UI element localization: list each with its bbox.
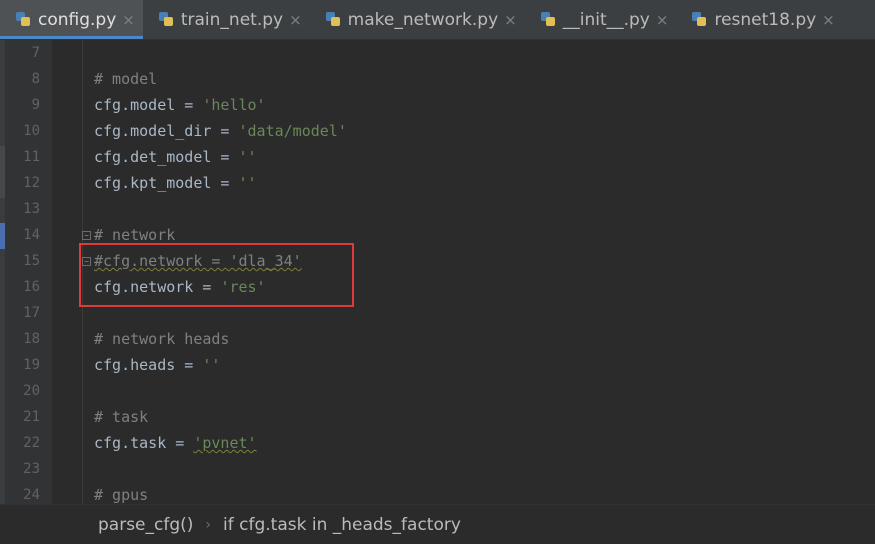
string-literal: '' — [238, 174, 257, 192]
line-number: 9 — [31, 97, 40, 113]
python-file-icon — [690, 11, 708, 29]
tab-train-net-py[interactable]: train_net.py × — [143, 0, 310, 39]
line-number: 7 — [31, 45, 40, 61]
code-line[interactable]: cfg.model = 'hello' — [94, 92, 266, 118]
code-text: cfg.det_model = — [94, 148, 239, 166]
tab-label: config.py — [38, 9, 117, 30]
code-line[interactable]: cfg.kpt_model = '' — [94, 170, 257, 196]
line-number: 12 — [23, 175, 40, 191]
code-text: cfg.model = — [94, 96, 203, 114]
breadcrumb-separator: › — [205, 516, 212, 533]
code-line[interactable]: cfg.task = 'pvnet' — [94, 430, 257, 456]
line-number: 11 — [23, 149, 40, 165]
code-line[interactable]: # model — [94, 66, 157, 92]
tab-make-network-py[interactable]: make_network.py × — [310, 0, 525, 39]
line-number: 16 — [23, 279, 40, 295]
fold-collapse-icon[interactable]: − — [82, 231, 91, 240]
line-number: 20 — [23, 383, 40, 399]
line-number: 21 — [23, 409, 40, 425]
tab-label: train_net.py — [180, 9, 284, 30]
close-icon[interactable]: × — [289, 11, 302, 29]
string-literal: '' — [238, 148, 257, 166]
code-text: cfg.kpt_model = — [94, 174, 239, 192]
python-file-icon — [324, 11, 342, 29]
string-literal: 'pvnet' — [193, 434, 257, 452]
line-number: 17 — [23, 305, 40, 321]
close-icon[interactable]: × — [822, 11, 835, 29]
highlight-annotation-box — [79, 243, 354, 307]
line-number: 19 — [23, 357, 40, 373]
tab-resnet18-py[interactable]: resnet18.py × — [676, 0, 842, 39]
code-text: cfg.task = — [94, 434, 194, 452]
python-package-icon — [539, 11, 557, 29]
code-text: cfg.model_dir = — [94, 122, 239, 140]
tab-init-py[interactable]: __init__.py × — [525, 0, 677, 39]
breadcrumb-item-condition[interactable]: if cfg.task in _heads_factory — [223, 515, 461, 535]
vertical-scrollbar[interactable] — [863, 40, 875, 504]
close-icon[interactable]: × — [504, 11, 517, 29]
code-line[interactable]: # task — [94, 404, 148, 430]
tab-label: make_network.py — [347, 9, 499, 30]
line-number: 14 — [23, 227, 40, 243]
close-icon[interactable]: × — [122, 11, 135, 29]
code-line[interactable]: cfg.model_dir = 'data/model' — [94, 118, 347, 144]
line-number: 18 — [23, 331, 40, 347]
line-number: 23 — [23, 461, 40, 477]
line-number: 10 — [23, 123, 40, 139]
close-icon[interactable]: × — [656, 11, 669, 29]
breadcrumb: parse_cfg() › if cfg.task in _heads_fact… — [0, 504, 875, 544]
line-number: 22 — [23, 435, 40, 451]
string-literal: 'data/model' — [238, 122, 347, 140]
line-number: 8 — [31, 71, 40, 87]
tab-label: __init__.py — [562, 9, 650, 30]
line-number: 15 — [23, 253, 40, 269]
python-file-icon — [14, 11, 32, 29]
string-literal: '' — [202, 356, 221, 374]
code-line[interactable]: cfg.det_model = '' — [94, 144, 257, 170]
code-line[interactable]: cfg.heads = '' — [94, 352, 220, 378]
line-number: 13 — [23, 201, 40, 217]
tab-label: resnet18.py — [714, 9, 817, 30]
code-line[interactable]: # network heads — [94, 326, 229, 352]
breadcrumb-item-function[interactable]: parse_cfg() — [98, 515, 193, 535]
editor-tab-bar: config.py × train_net.py × make_network.… — [0, 0, 875, 40]
python-file-icon — [157, 11, 175, 29]
code-text: cfg.heads = — [94, 356, 203, 374]
tab-config-py[interactable]: config.py × — [0, 0, 143, 39]
string-literal: 'hello' — [202, 96, 266, 114]
